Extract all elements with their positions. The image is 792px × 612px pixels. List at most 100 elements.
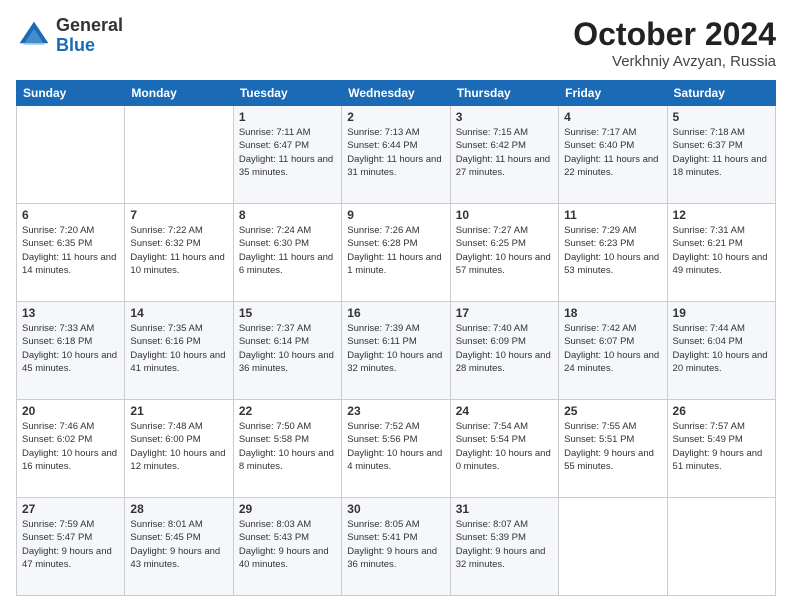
calendar-cell: 16 Sunrise: 7:39 AM Sunset: 6:11 PM Dayli… — [342, 302, 450, 400]
calendar-cell: 3 Sunrise: 7:15 AM Sunset: 6:42 PM Daylig… — [450, 106, 558, 204]
calendar-cell: 1 Sunrise: 7:11 AM Sunset: 6:47 PM Daylig… — [233, 106, 341, 204]
day-info: Sunrise: 7:57 AM Sunset: 5:49 PM Dayligh… — [673, 420, 770, 473]
calendar-cell: 2 Sunrise: 7:13 AM Sunset: 6:44 PM Daylig… — [342, 106, 450, 204]
day-info: Sunrise: 7:42 AM Sunset: 6:07 PM Dayligh… — [564, 322, 661, 375]
day-number: 4 — [564, 110, 661, 124]
day-number: 27 — [22, 502, 119, 516]
day-number: 21 — [130, 404, 227, 418]
calendar-cell: 24Sunrise: 7:54 AM Sunset: 5:54 PM Dayli… — [450, 400, 558, 498]
day-number: 7 — [130, 208, 227, 222]
day-info: Sunrise: 8:05 AM Sunset: 5:41 PM Dayligh… — [347, 518, 444, 571]
day-info: Sunrise: 7:33 AM Sunset: 6:18 PM Dayligh… — [22, 322, 119, 375]
day-number: 30 — [347, 502, 444, 516]
day-info: Sunrise: 7:13 AM Sunset: 6:44 PM Dayligh… — [347, 126, 444, 179]
calendar-cell: 4 Sunrise: 7:17 AM Sunset: 6:40 PM Daylig… — [559, 106, 667, 204]
day-number: 17 — [456, 306, 553, 320]
day-number: 3 — [456, 110, 553, 124]
week-row: 13 Sunrise: 7:33 AM Sunset: 6:18 PM Dayli… — [17, 302, 776, 400]
day-number: 11 — [564, 208, 661, 222]
calendar-cell: 19Sunrise: 7:44 AM Sunset: 6:04 PM Dayli… — [667, 302, 775, 400]
weekday-wednesday: Wednesday — [342, 81, 450, 106]
calendar-cell: 11 Sunrise: 7:29 AM Sunset: 6:23 PM Dayli… — [559, 204, 667, 302]
day-number: 13 — [22, 306, 119, 320]
day-info: Sunrise: 8:01 AM Sunset: 5:45 PM Dayligh… — [130, 518, 227, 571]
calendar-cell: 13 Sunrise: 7:33 AM Sunset: 6:18 PM Dayli… — [17, 302, 125, 400]
weekday-monday: Monday — [125, 81, 233, 106]
day-number: 1 — [239, 110, 336, 124]
calendar-cell: 14Sunrise: 7:35 AM Sunset: 6:16 PM Dayli… — [125, 302, 233, 400]
day-info: Sunrise: 7:29 AM Sunset: 6:23 PM Dayligh… — [564, 224, 661, 277]
calendar-cell: 29 Sunrise: 8:03 AM Sunset: 5:43 PM Dayli… — [233, 498, 341, 596]
day-number: 18 — [564, 306, 661, 320]
day-info: Sunrise: 8:03 AM Sunset: 5:43 PM Dayligh… — [239, 518, 336, 571]
calendar-cell: 22 Sunrise: 7:50 AM Sunset: 5:58 PM Dayli… — [233, 400, 341, 498]
calendar-cell: 17 Sunrise: 7:40 AM Sunset: 6:09 PM Dayli… — [450, 302, 558, 400]
calendar-cell — [125, 106, 233, 204]
day-number: 12 — [673, 208, 770, 222]
day-number: 8 — [239, 208, 336, 222]
logo-general: General — [56, 16, 123, 36]
day-number: 2 — [347, 110, 444, 124]
calendar-cell: 25Sunrise: 7:55 AM Sunset: 5:51 PM Dayli… — [559, 400, 667, 498]
calendar-cell: 23 Sunrise: 7:52 AM Sunset: 5:56 PM Dayli… — [342, 400, 450, 498]
weekday-thursday: Thursday — [450, 81, 558, 106]
logo: General Blue — [16, 16, 123, 56]
day-info: Sunrise: 7:40 AM Sunset: 6:09 PM Dayligh… — [456, 322, 553, 375]
day-info: Sunrise: 7:24 AM Sunset: 6:30 PM Dayligh… — [239, 224, 336, 277]
day-number: 9 — [347, 208, 444, 222]
day-info: Sunrise: 7:48 AM Sunset: 6:00 PM Dayligh… — [130, 420, 227, 473]
week-row: 6Sunrise: 7:20 AM Sunset: 6:35 PM Daylig… — [17, 204, 776, 302]
day-number: 28 — [130, 502, 227, 516]
day-number: 20 — [22, 404, 119, 418]
calendar-cell: 15Sunrise: 7:37 AM Sunset: 6:14 PM Dayli… — [233, 302, 341, 400]
day-info: Sunrise: 7:54 AM Sunset: 5:54 PM Dayligh… — [456, 420, 553, 473]
day-number: 5 — [673, 110, 770, 124]
day-number: 10 — [456, 208, 553, 222]
day-info: Sunrise: 7:52 AM Sunset: 5:56 PM Dayligh… — [347, 420, 444, 473]
month-title: October 2024 — [573, 16, 776, 53]
day-info: Sunrise: 7:15 AM Sunset: 6:42 PM Dayligh… — [456, 126, 553, 179]
weekday-friday: Friday — [559, 81, 667, 106]
day-info: Sunrise: 7:26 AM Sunset: 6:28 PM Dayligh… — [347, 224, 444, 277]
day-info: Sunrise: 7:17 AM Sunset: 6:40 PM Dayligh… — [564, 126, 661, 179]
calendar-cell: 7 Sunrise: 7:22 AM Sunset: 6:32 PM Daylig… — [125, 204, 233, 302]
day-info: Sunrise: 7:22 AM Sunset: 6:32 PM Dayligh… — [130, 224, 227, 277]
day-number: 14 — [130, 306, 227, 320]
day-info: Sunrise: 7:27 AM Sunset: 6:25 PM Dayligh… — [456, 224, 553, 277]
day-info: Sunrise: 7:46 AM Sunset: 6:02 PM Dayligh… — [22, 420, 119, 473]
day-number: 22 — [239, 404, 336, 418]
calendar-cell: 18 Sunrise: 7:42 AM Sunset: 6:07 PM Dayli… — [559, 302, 667, 400]
day-number: 16 — [347, 306, 444, 320]
day-number: 25 — [564, 404, 661, 418]
day-number: 29 — [239, 502, 336, 516]
calendar-cell: 9 Sunrise: 7:26 AM Sunset: 6:28 PM Daylig… — [342, 204, 450, 302]
calendar-cell: 30 Sunrise: 8:05 AM Sunset: 5:41 PM Dayli… — [342, 498, 450, 596]
calendar-cell — [667, 498, 775, 596]
day-info: Sunrise: 7:11 AM Sunset: 6:47 PM Dayligh… — [239, 126, 336, 179]
day-info: Sunrise: 7:39 AM Sunset: 6:11 PM Dayligh… — [347, 322, 444, 375]
calendar-cell: 12 Sunrise: 7:31 AM Sunset: 6:21 PM Dayli… — [667, 204, 775, 302]
calendar-cell — [559, 498, 667, 596]
day-number: 23 — [347, 404, 444, 418]
weekday-tuesday: Tuesday — [233, 81, 341, 106]
calendar-cell — [17, 106, 125, 204]
logo-icon — [16, 18, 52, 54]
location: Verkhniy Avzyan, Russia — [573, 53, 776, 70]
day-number: 15 — [239, 306, 336, 320]
day-number: 6 — [22, 208, 119, 222]
week-row: 1 Sunrise: 7:11 AM Sunset: 6:47 PM Daylig… — [17, 106, 776, 204]
calendar-header: SundayMondayTuesdayWednesdayThursdayFrid… — [17, 81, 776, 106]
logo-text: General Blue — [56, 16, 123, 56]
day-info: Sunrise: 7:44 AM Sunset: 6:04 PM Dayligh… — [673, 322, 770, 375]
day-info: Sunrise: 7:50 AM Sunset: 5:58 PM Dayligh… — [239, 420, 336, 473]
header: General Blue October 2024 Verkhniy Avzya… — [16, 16, 776, 70]
page: General Blue October 2024 Verkhniy Avzya… — [0, 0, 792, 612]
calendar-cell: 28 Sunrise: 8:01 AM Sunset: 5:45 PM Dayli… — [125, 498, 233, 596]
title-block: October 2024 Verkhniy Avzyan, Russia — [573, 16, 776, 70]
weekday-sunday: Sunday — [17, 81, 125, 106]
calendar-cell: 31Sunrise: 8:07 AM Sunset: 5:39 PM Dayli… — [450, 498, 558, 596]
calendar-cell: 27Sunrise: 7:59 AM Sunset: 5:47 PM Dayli… — [17, 498, 125, 596]
calendar-body: 1 Sunrise: 7:11 AM Sunset: 6:47 PM Daylig… — [17, 106, 776, 596]
day-info: Sunrise: 7:31 AM Sunset: 6:21 PM Dayligh… — [673, 224, 770, 277]
calendar-cell: 8 Sunrise: 7:24 AM Sunset: 6:30 PM Daylig… — [233, 204, 341, 302]
